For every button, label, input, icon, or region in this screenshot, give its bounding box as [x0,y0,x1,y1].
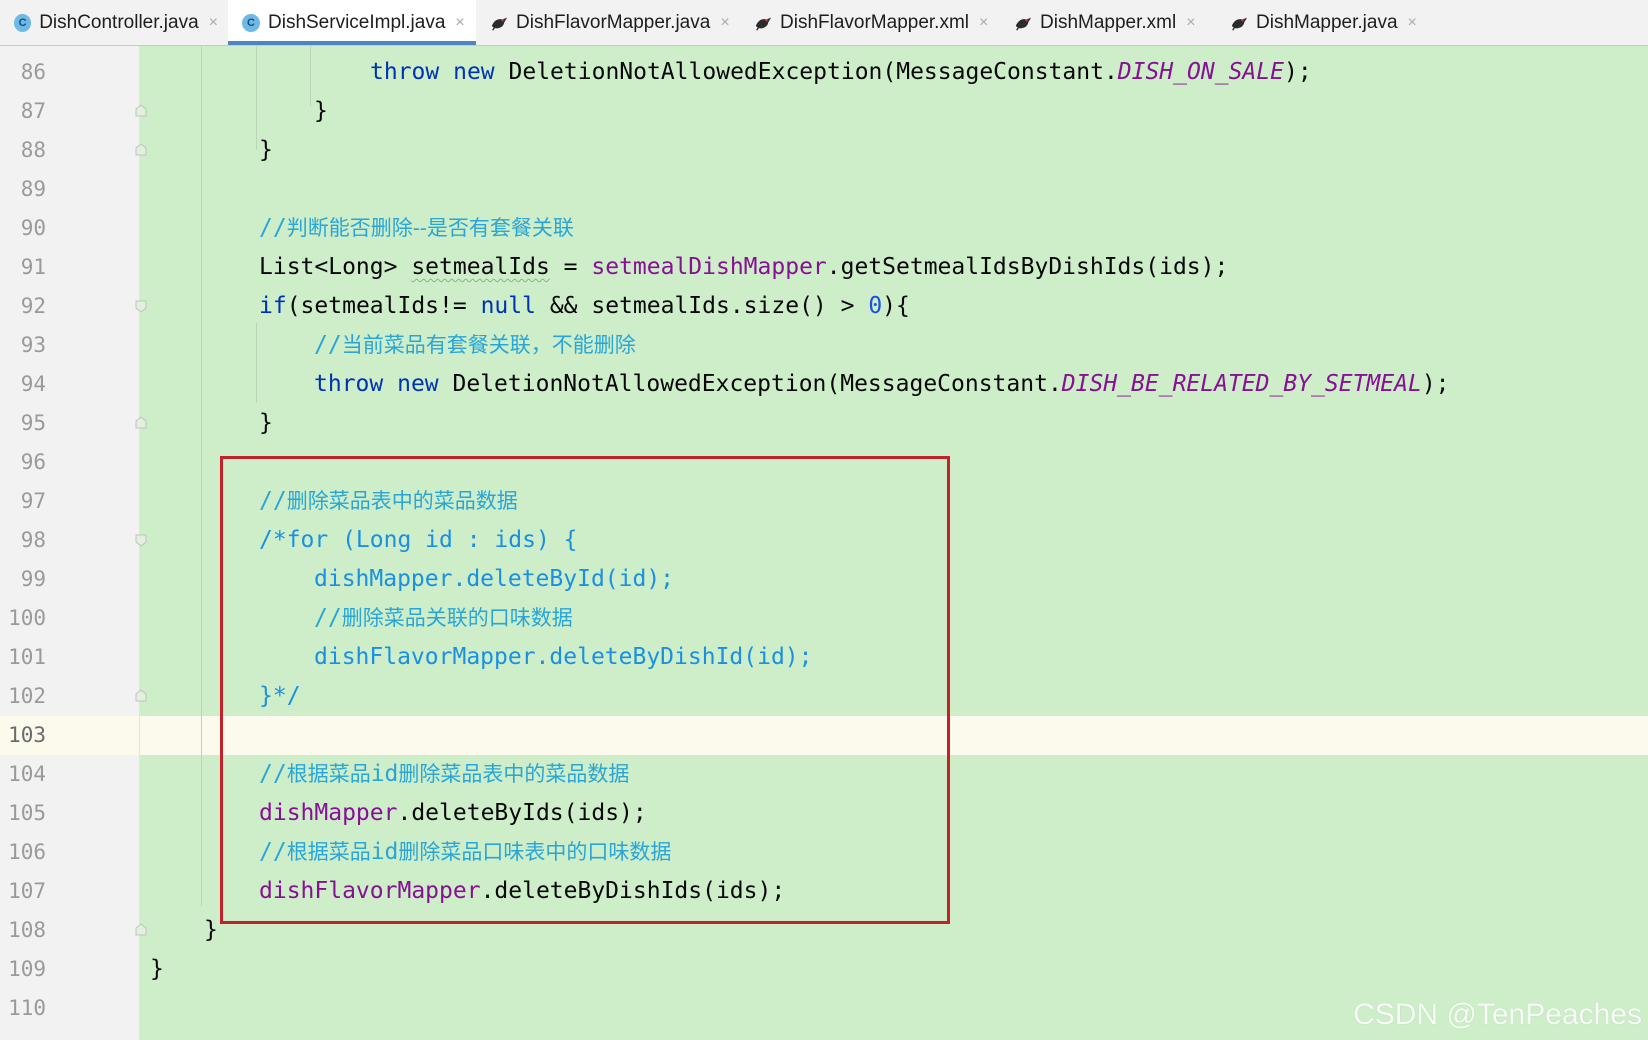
line-number[interactable]: 99 [0,560,46,599]
tab-dish-service-impl[interactable]: C DishServiceImpl.java × [228,0,476,45]
line-number[interactable]: 109 [0,950,46,989]
code-line-109[interactable]: } [150,950,164,989]
code-text: ){ [882,293,910,319]
close-icon[interactable]: × [455,14,464,32]
line-number[interactable]: 101 [0,638,46,677]
code-line-90[interactable]: //判断能否删除--是否有套餐关联 [259,209,574,248]
keyword: throw [370,59,440,85]
code-text: = [549,254,592,280]
tab-label: DishMapper.java [1256,11,1398,33]
code-line-88[interactable]: } [259,131,273,170]
line-number[interactable]: 100 [0,599,46,638]
code-text: ); [1283,59,1312,85]
line-number[interactable]: 89 [0,170,46,209]
code-text: && setmealIds.size() > [535,293,869,319]
number-literal: 0 [868,293,883,319]
variable-name: setmealIds [411,254,550,280]
line-number[interactable]: 110 [0,989,46,1028]
keyword: if [259,293,287,319]
code-text: .getSetmealIdsByDishIds(ids); [826,254,1229,280]
code-line-108[interactable]: } [204,911,218,950]
constant: DISH_BE_RELATED_BY_SETMEAL [1061,371,1422,397]
code-line-87[interactable]: } [314,92,328,131]
line-number[interactable]: 96 [0,443,46,482]
fold-start-icon[interactable] [133,298,149,314]
code-text: ); [1421,371,1450,397]
comment-text: 判断能否删除--是否有套餐关联 [286,216,574,240]
line-number[interactable]: 92 [0,287,46,326]
tab-label: DishController.java [39,11,199,33]
code-line-94[interactable]: throw new DeletionNotAllowedException(Me… [314,365,1450,404]
code-line-95[interactable]: } [259,404,273,443]
comment-slash: // [259,215,287,241]
fold-start-icon[interactable] [133,532,149,548]
indent-guide [310,46,311,106]
line-number[interactable]: 87 [0,92,46,131]
comment-slash: // [314,332,342,358]
keyword: new [397,371,439,397]
java-class-icon: C [242,13,260,32]
line-number[interactable]: 88 [0,131,46,170]
field-reference: setmealDishMapper [591,254,827,280]
tab-dish-flavor-mapper-java[interactable]: DishFlavorMapper.java × [476,0,740,45]
line-number[interactable]: 94 [0,365,46,404]
code-line-92[interactable]: if(setmealIds!= null && setmealIds.size(… [259,287,910,326]
line-number[interactable]: 93 [0,326,46,365]
indent-guide [201,46,202,906]
keyword: null [480,293,536,319]
fold-end-icon[interactable] [133,103,149,119]
close-icon[interactable]: × [720,14,729,32]
code-line-93[interactable]: //当前菜品有套餐关联，不能删除 [314,326,636,365]
line-number[interactable]: 86 [0,53,46,92]
tab-label: DishFlavorMapper.java [516,11,711,33]
line-number[interactable]: 90 [0,209,46,248]
code-text: (setmealIds!= [286,293,481,319]
line-number[interactable]: 106 [0,833,46,872]
tab-dish-mapper-java[interactable]: DishMapper.java × [1216,0,1432,45]
line-number[interactable]: 108 [0,911,46,950]
constant: DISH_ON_SALE [1117,59,1284,85]
code-line-86[interactable]: throw new DeletionNotAllowedException(Me… [370,53,1312,92]
fold-end-icon[interactable] [133,142,149,158]
tab-dish-mapper-xml[interactable]: DishMapper.xml × [1000,0,1216,45]
code-text: DeletionNotAllowedException(MessageConst… [452,371,1062,397]
editor-tab-bar: C DishController.java × C DishServiceImp… [0,0,1648,46]
indent-guide [256,46,257,150]
java-class-icon: C [14,13,32,32]
keyword: new [453,59,495,85]
code-text: DeletionNotAllowedException(MessageConst… [508,59,1118,85]
red-annotation-box [220,456,950,924]
tab-dish-controller[interactable]: C DishController.java × [0,0,228,45]
line-number[interactable]: 104 [0,755,46,794]
watermark: CSDN @TenPeaches [1353,998,1642,1031]
fold-end-icon[interactable] [133,415,149,431]
tab-label: DishFlavorMapper.xml [780,11,969,33]
comment-text: 当前菜品有套餐关联，不能删除 [341,333,636,357]
mybatis-bird-icon [490,14,508,32]
close-icon[interactable]: × [1186,14,1195,32]
close-icon[interactable]: × [979,14,988,32]
code-text: List<Long> [259,254,412,280]
tab-dish-flavor-mapper-xml[interactable]: DishFlavorMapper.xml × [740,0,1000,45]
line-number[interactable]: 107 [0,872,46,911]
line-number[interactable]: 98 [0,521,46,560]
close-icon[interactable]: × [1408,14,1417,32]
line-number[interactable]: 105 [0,794,46,833]
line-number[interactable]: 97 [0,482,46,521]
code-line-91[interactable]: List<Long> setmealIds = setmealDishMappe… [259,248,1228,287]
line-number[interactable]: 102 [0,677,46,716]
close-icon[interactable]: × [209,14,218,32]
fold-end-icon[interactable] [133,688,149,704]
mybatis-bird-icon [1014,14,1032,32]
indent-guide [256,323,257,403]
line-number[interactable]: 95 [0,404,46,443]
fold-end-icon[interactable] [133,922,149,938]
mybatis-bird-icon [754,14,772,32]
tab-label: DishMapper.xml [1040,11,1177,33]
line-number[interactable]: 91 [0,248,46,287]
keyword: throw [314,371,384,397]
mybatis-bird-icon [1230,14,1248,32]
line-number-current[interactable]: 103 [0,716,46,755]
tab-label: DishServiceImpl.java [268,11,446,33]
